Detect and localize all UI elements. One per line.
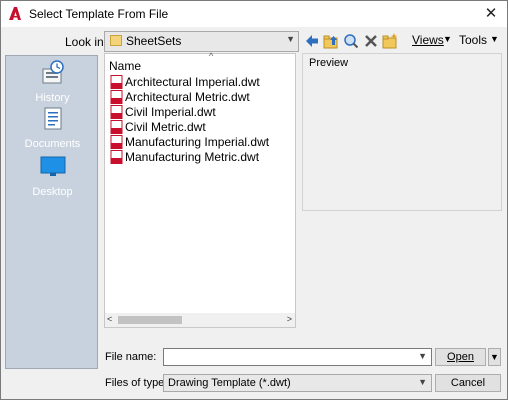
tools-label: Tools xyxy=(459,33,488,47)
delete-icon[interactable] xyxy=(364,32,378,50)
preview-panel: Preview xyxy=(302,53,502,211)
place-desktop-label: Desktop xyxy=(32,186,73,198)
scroll-right-icon[interactable]: > xyxy=(287,314,292,324)
preview-label: Preview xyxy=(309,57,349,69)
history-icon xyxy=(42,60,64,84)
cancel-button-label: Cancel xyxy=(450,377,486,389)
file-item[interactable]: Architectural Imperial.dwt xyxy=(110,74,260,89)
views-dropdown-icon[interactable]: ▼ xyxy=(443,34,452,52)
files-of-type-value: Drawing Template (*.dwt) xyxy=(168,377,291,389)
file-name: Civil Metric.dwt xyxy=(125,119,206,134)
horizontal-scrollbar[interactable]: < > xyxy=(105,313,295,327)
autocad-logo-icon xyxy=(9,7,21,20)
look-in-combo[interactable]: SheetSets ▼ xyxy=(104,31,299,52)
scroll-left-icon[interactable]: < xyxy=(107,314,112,324)
dwt-file-icon xyxy=(110,89,123,104)
scrollbar-thumb[interactable] xyxy=(118,316,182,324)
back-icon[interactable] xyxy=(304,32,320,50)
file-name: Architectural Metric.dwt xyxy=(125,89,250,104)
file-name: Manufacturing Metric.dwt xyxy=(125,149,260,164)
sort-ascending-icon: ^ xyxy=(209,51,214,61)
dwt-file-icon xyxy=(110,74,123,89)
dialog-title: Select Template From File xyxy=(29,7,169,21)
look-in-value: SheetSets xyxy=(126,34,182,48)
search-web-icon[interactable] xyxy=(343,32,359,50)
chevron-down-icon: ▼ xyxy=(418,377,427,387)
place-history[interactable]: History xyxy=(6,60,99,104)
file-item[interactable]: Manufacturing Imperial.dwt xyxy=(110,134,269,149)
places-bar: History Documents Desktop xyxy=(5,55,98,369)
file-name-label: File name: xyxy=(105,351,157,363)
place-history-label: History xyxy=(35,92,70,104)
dwt-file-icon xyxy=(110,149,123,164)
tools-menu[interactable]: Tools xyxy=(459,33,487,51)
file-item[interactable]: Manufacturing Metric.dwt xyxy=(110,149,259,164)
dwt-file-icon xyxy=(110,134,123,149)
file-item[interactable]: Civil Metric.dwt xyxy=(110,119,206,134)
close-icon[interactable]: ✕ xyxy=(481,4,501,24)
place-documents[interactable]: Documents xyxy=(6,106,99,150)
documents-icon xyxy=(44,107,61,130)
desktop-icon xyxy=(40,156,65,176)
column-header-name[interactable]: Name xyxy=(109,59,141,73)
file-name: Manufacturing Imperial.dwt xyxy=(125,134,270,149)
file-name: Civil Imperial.dwt xyxy=(125,104,216,119)
views-menu[interactable]: Views xyxy=(412,33,444,51)
dwt-file-icon xyxy=(110,119,123,134)
up-folder-icon[interactable] xyxy=(323,32,339,50)
file-list[interactable]: ^ Name Architectural Imperial.dwt Archit… xyxy=(104,51,296,328)
place-desktop[interactable]: Desktop xyxy=(6,154,99,198)
chevron-down-icon[interactable]: ▼ xyxy=(418,351,427,361)
files-of-type-label: Files of type: xyxy=(105,377,168,389)
dwt-file-icon xyxy=(110,104,123,119)
folder-icon xyxy=(110,35,122,46)
place-documents-label: Documents xyxy=(24,138,81,150)
open-button-label: Open xyxy=(447,351,474,363)
file-item[interactable]: Civil Imperial.dwt xyxy=(110,104,216,119)
file-item[interactable]: Architectural Metric.dwt xyxy=(110,89,250,104)
chevron-down-icon: ▼ xyxy=(286,34,295,44)
open-options-button[interactable]: ▼ xyxy=(488,348,501,366)
select-template-dialog: Select Template From File ✕ Look in: She… xyxy=(0,0,508,400)
file-name: Architectural Imperial.dwt xyxy=(125,74,260,89)
files-of-type-select[interactable]: Drawing Template (*.dwt) ▼ xyxy=(163,374,432,392)
views-label: Views xyxy=(412,33,444,47)
new-folder-icon[interactable] xyxy=(382,32,398,50)
look-in-label: Look in: xyxy=(65,35,108,49)
cancel-button[interactable]: Cancel xyxy=(435,374,501,392)
file-name-input[interactable]: ▼ xyxy=(163,348,432,366)
tools-dropdown-icon[interactable]: ▼ xyxy=(490,34,499,52)
title-bar: Select Template From File ✕ xyxy=(1,1,507,27)
open-button[interactable]: Open xyxy=(435,348,486,366)
